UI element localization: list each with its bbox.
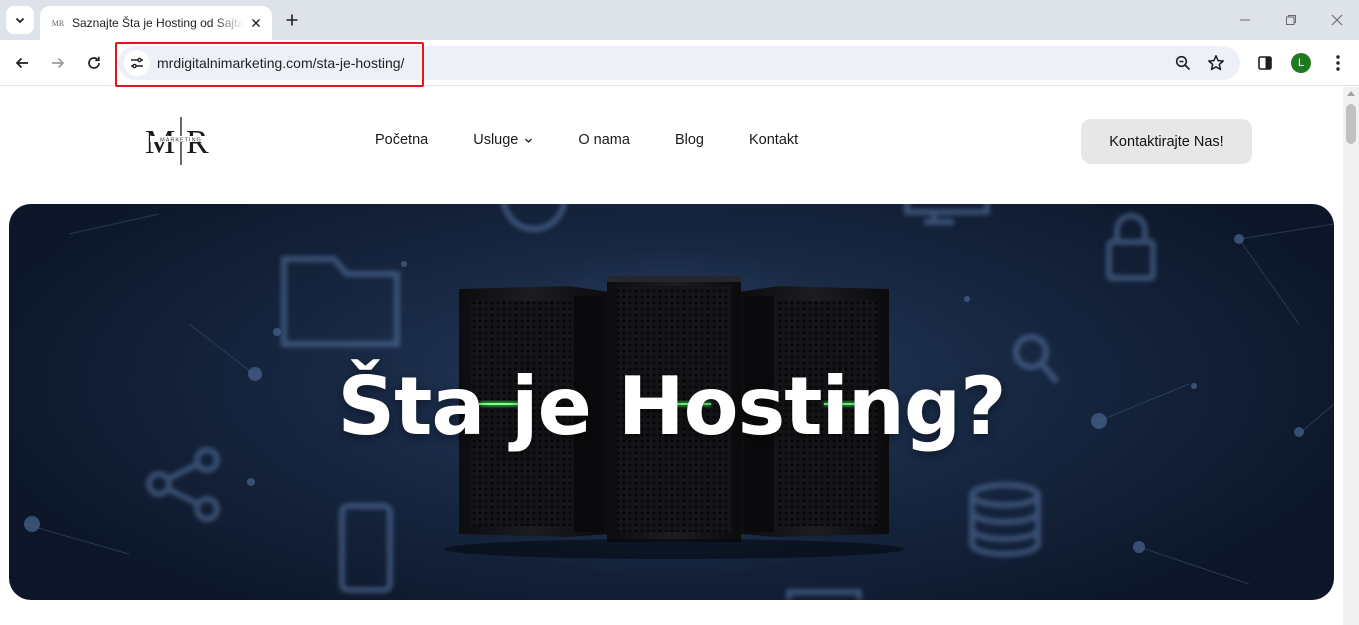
close-icon — [1331, 14, 1343, 26]
tab-search-button[interactable] — [6, 6, 34, 34]
back-button[interactable] — [8, 49, 36, 77]
site-header: M R MARKETING Početna Usluge O nama Blog… — [0, 87, 1343, 204]
main-navigation: Početna Usluge O nama Blog Kontakt — [375, 132, 798, 148]
reload-icon — [88, 56, 100, 69]
arrow-left-icon — [15, 57, 28, 69]
svg-text:MARKETING: MARKETING — [160, 138, 202, 144]
browser-menu-button[interactable] — [1327, 52, 1349, 74]
hero-banner: Šta je Hosting? — [9, 204, 1334, 600]
chevron-down-icon — [15, 17, 25, 24]
tab-strip: MR Saznajte Šta je Hosting od Sajta — [0, 0, 1359, 40]
side-panel-button[interactable] — [1254, 52, 1276, 74]
star-icon — [1208, 55, 1224, 71]
tab-title: Saznajte Šta je Hosting od Sajta — [72, 16, 244, 30]
active-tab[interactable]: MR Saznajte Šta je Hosting od Sajta — [40, 6, 272, 40]
zoom-button[interactable] — [1173, 53, 1193, 73]
site-logo[interactable]: M R MARKETING — [143, 113, 219, 167]
plus-icon — [286, 14, 298, 26]
hero-title: Šta je Hosting? — [337, 360, 1006, 453]
contact-cta-button[interactable]: Kontaktirajte Nas! — [1081, 119, 1252, 164]
new-tab-button[interactable] — [280, 8, 304, 32]
tab-close-button[interactable] — [248, 15, 264, 31]
nav-kontakt[interactable]: Kontakt — [749, 132, 798, 148]
arrow-right-icon — [52, 57, 65, 69]
close-icon — [252, 19, 260, 27]
restore-button[interactable] — [1276, 8, 1306, 32]
page-viewport: M R MARKETING Početna Usluge O nama Blog… — [0, 87, 1343, 625]
reload-button[interactable] — [80, 49, 108, 77]
forward-button[interactable] — [44, 49, 72, 77]
kebab-menu-icon — [1336, 55, 1340, 71]
chevron-down-icon — [524, 136, 533, 145]
site-favicon: MR — [51, 18, 65, 28]
nav-usluge-label: Usluge — [473, 132, 519, 148]
url-highlight-box — [115, 42, 424, 87]
page-scrollbar[interactable] — [1343, 87, 1359, 625]
nav-pocetna[interactable]: Početna — [375, 132, 428, 148]
scroll-thumb[interactable] — [1346, 104, 1356, 144]
minimize-button[interactable] — [1230, 8, 1260, 32]
nav-o-nama[interactable]: O nama — [578, 132, 630, 148]
bookmark-button[interactable] — [1206, 53, 1226, 73]
side-panel-icon — [1258, 56, 1272, 70]
profile-avatar[interactable]: L — [1291, 53, 1311, 73]
close-window-button[interactable] — [1322, 8, 1352, 32]
nav-usluge[interactable]: Usluge — [473, 132, 533, 148]
zoom-icon — [1175, 55, 1191, 71]
minimize-icon — [1240, 19, 1250, 21]
nav-blog[interactable]: Blog — [675, 132, 704, 148]
scroll-up-arrow-icon[interactable] — [1347, 91, 1355, 96]
restore-icon — [1286, 15, 1296, 25]
